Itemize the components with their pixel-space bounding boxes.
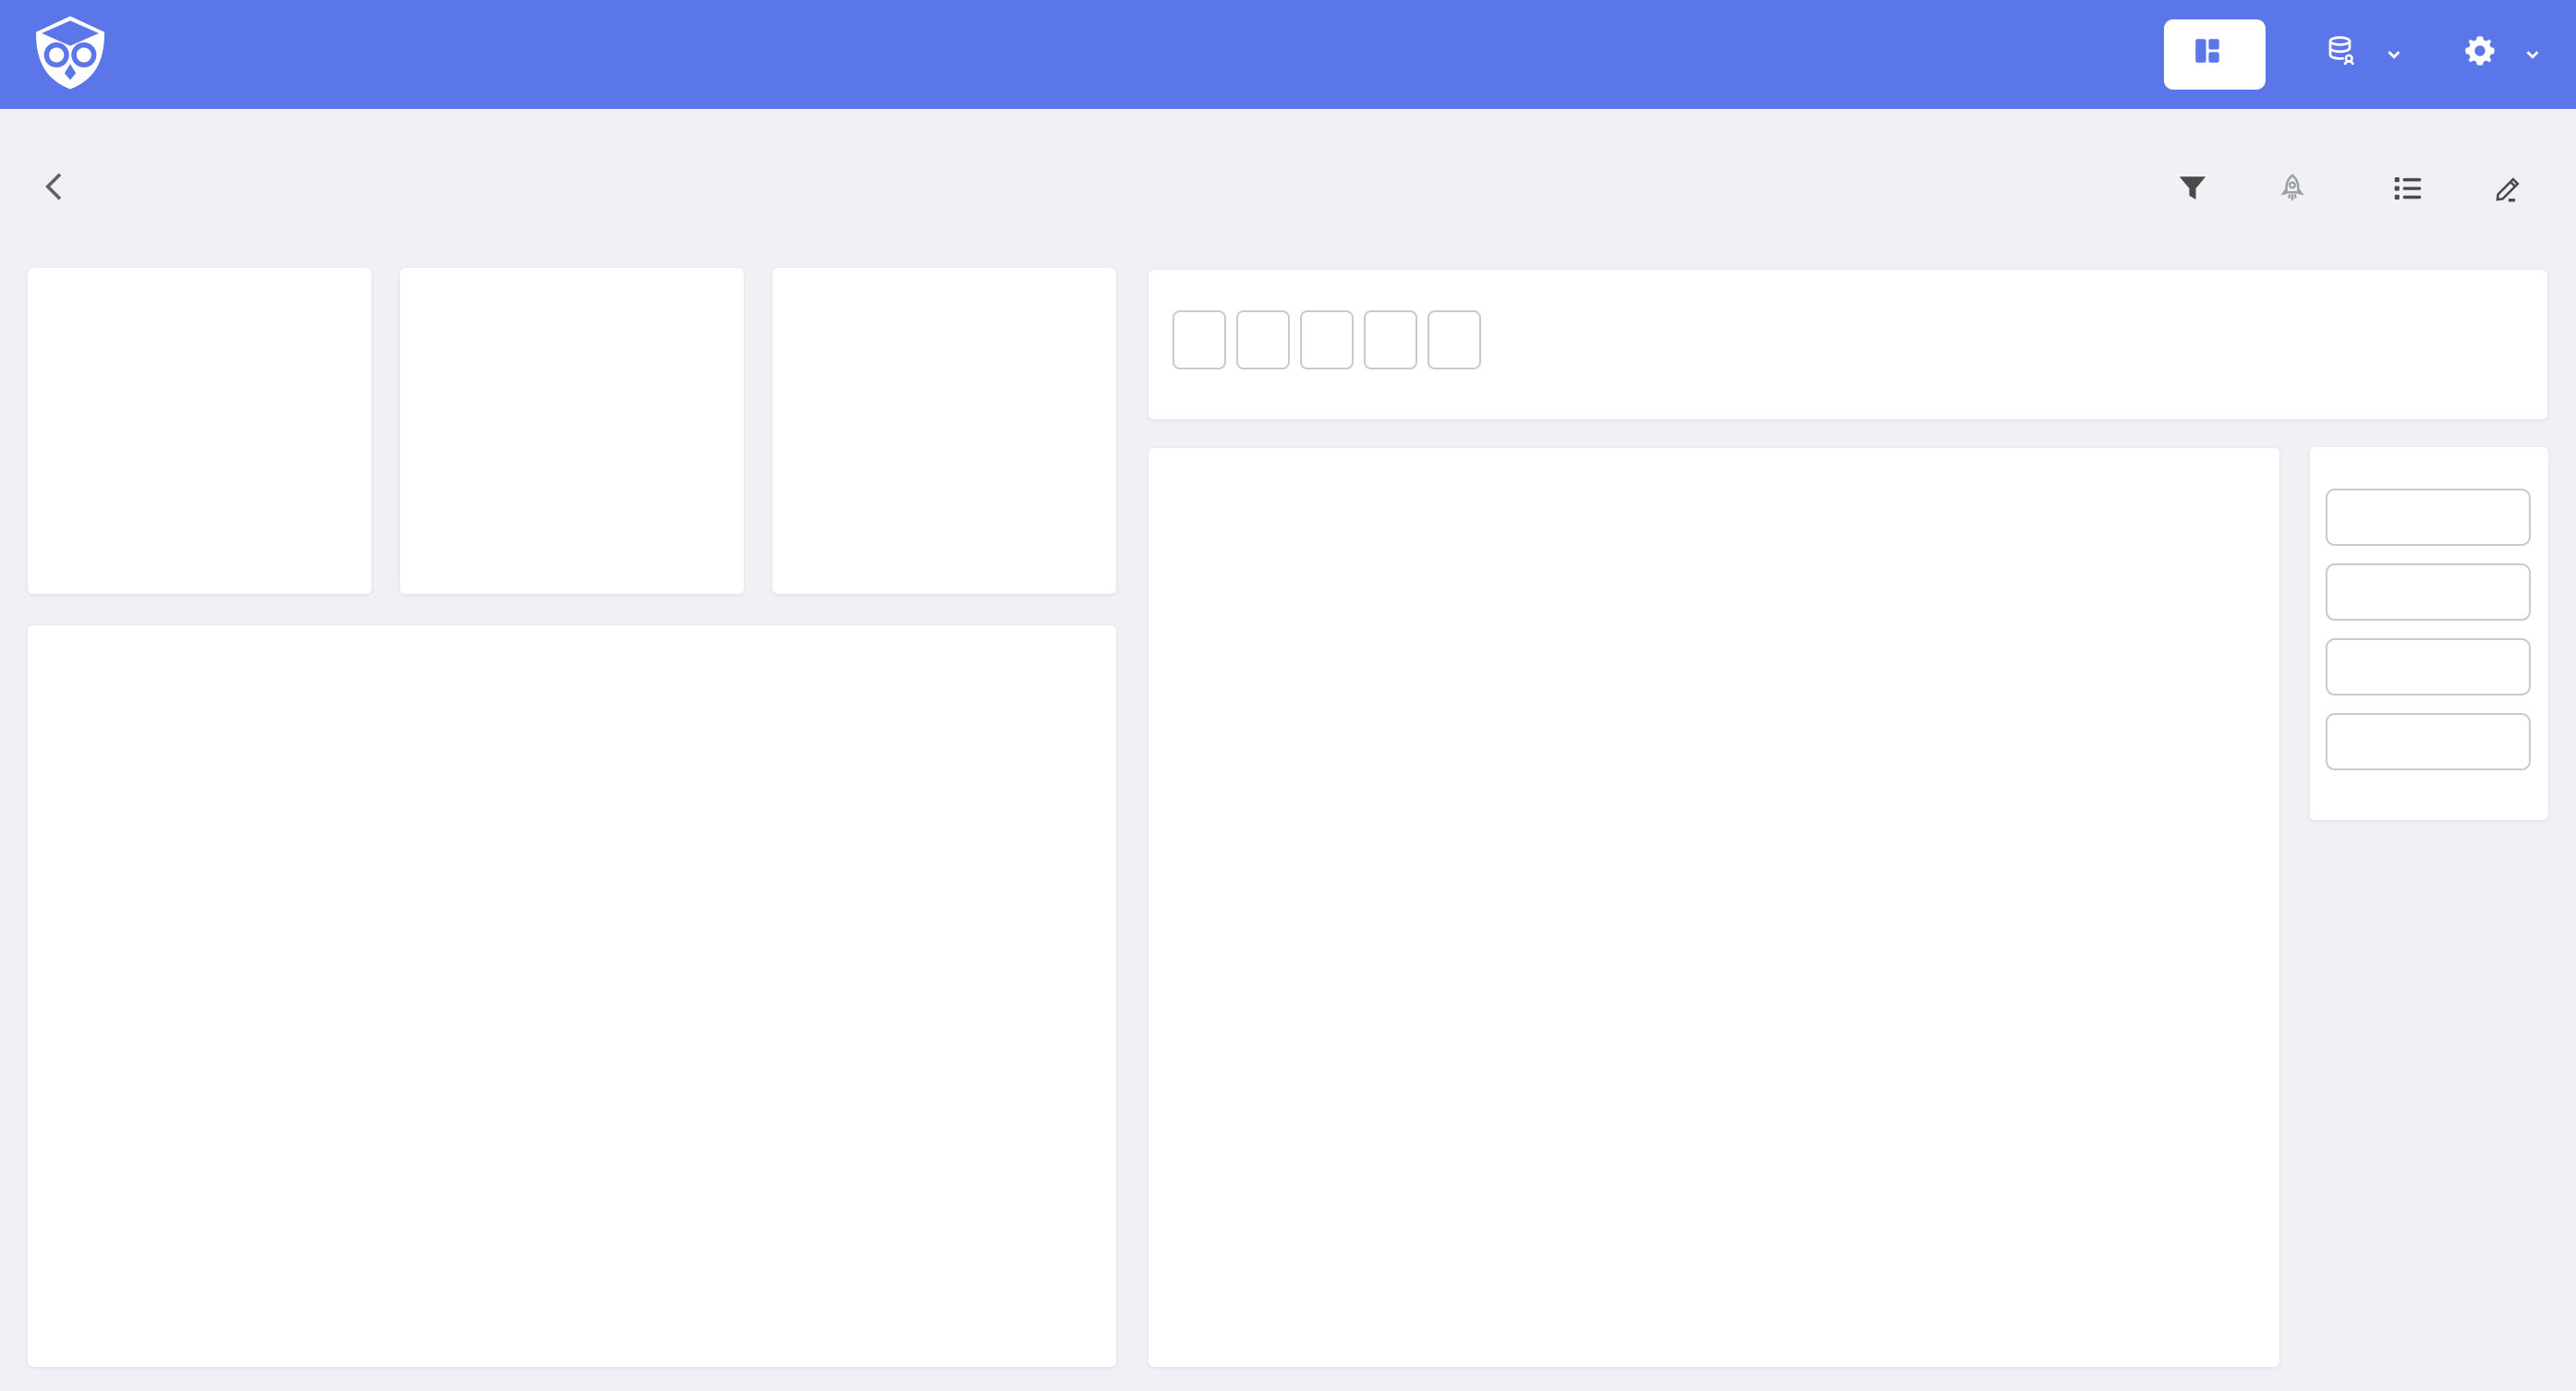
options-button[interactable] xyxy=(2391,172,2439,205)
dashboard-grid-icon xyxy=(2192,35,2223,74)
add-filter-button[interactable] xyxy=(2177,173,2223,204)
chevron-down-icon xyxy=(2384,44,2404,65)
date-range-week-date-button[interactable] xyxy=(2326,563,2531,621)
date-range-panel xyxy=(2310,447,2548,820)
kpi-card-total-profit xyxy=(772,268,1116,594)
date-range-weekly-button[interactable] xyxy=(2326,638,2531,696)
pencil-icon xyxy=(2493,173,2524,204)
kpi-card-total-cost xyxy=(400,268,744,594)
metric-control-panel xyxy=(1148,270,2547,419)
nav-settings[interactable] xyxy=(2463,34,2543,75)
options-list-icon xyxy=(2391,172,2424,205)
metric-button-total-order[interactable] xyxy=(1300,310,1354,369)
nav-dashboards-button[interactable] xyxy=(2164,19,2266,90)
database-icon xyxy=(2325,34,2358,75)
metric-button-avg-cost-per-order[interactable] xyxy=(1173,310,1226,369)
back-button[interactable] xyxy=(37,165,74,212)
chevron-down-icon xyxy=(2522,44,2543,65)
kpi-card-total-orders xyxy=(28,268,371,594)
edit-button[interactable] xyxy=(2493,173,2539,204)
metric-button-total-cost[interactable] xyxy=(1236,310,1290,369)
boost-toggle[interactable] xyxy=(2277,173,2338,204)
owl-logo-icon xyxy=(33,14,107,96)
filter-icon xyxy=(2177,173,2208,204)
brand[interactable] xyxy=(33,14,126,96)
pie-chart-panel xyxy=(28,625,1116,1367)
pie-leader-lines xyxy=(28,625,1116,1367)
gear-icon xyxy=(2463,34,2497,75)
stacked-bar-chart xyxy=(1148,448,2279,1367)
page-header xyxy=(0,109,2576,268)
metric-button-total-profit[interactable] xyxy=(1364,310,1417,369)
date-range-year-button[interactable] xyxy=(2326,713,2531,770)
date-range-monthly-button[interactable] xyxy=(2326,489,2531,546)
metric-button-group xyxy=(1173,310,2523,369)
bar-chart-panel xyxy=(1148,448,2279,1367)
metric-button-total-revenue[interactable] xyxy=(1428,310,1481,369)
rocket-icon xyxy=(2277,173,2308,204)
nav-data-warehouse[interactable] xyxy=(2325,34,2404,75)
top-nav xyxy=(0,0,2576,109)
